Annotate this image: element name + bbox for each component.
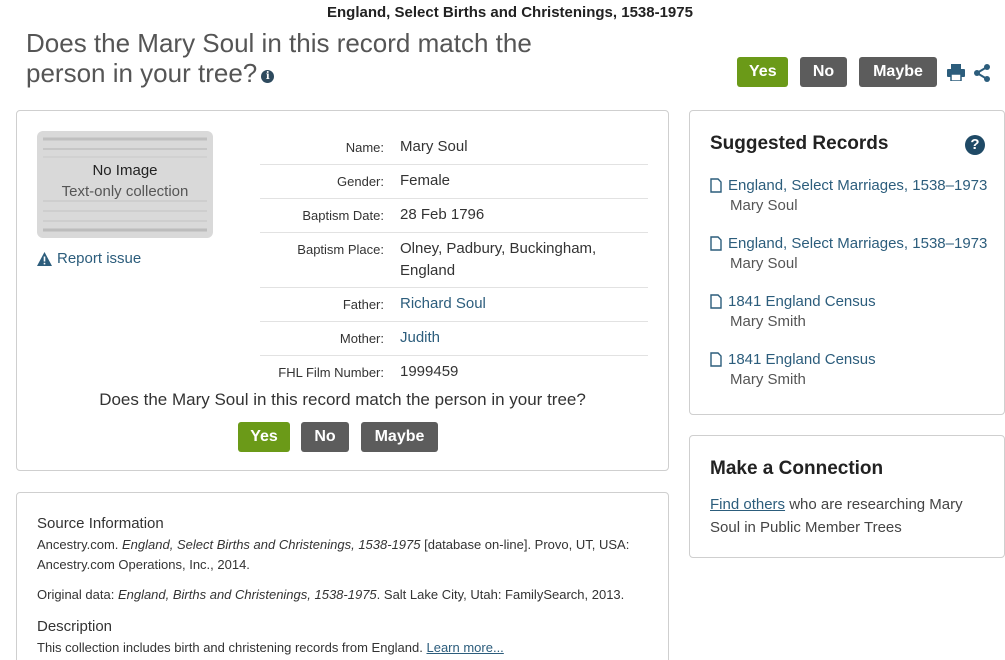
document-icon [710,351,722,367]
description-body: This collection includes birth and chris… [37,640,427,655]
field-row-fhl-film: FHL Film Number: 1999459 [260,356,648,389]
no-button[interactable]: No [301,422,349,452]
suggested-record-link[interactable]: 1841 England Census [710,290,1000,312]
no-button[interactable]: No [800,57,847,87]
warning-icon [37,251,52,266]
list-item: England, Select Marriages, 1538–1973 Mar… [710,232,1000,290]
suggested-title: 1841 England Census [728,292,876,310]
field-label: FHL Film Number: [278,365,384,380]
yes-button[interactable]: Yes [238,422,290,452]
source-citation: Ancestry.com. England, Select Births and… [37,535,637,575]
original-pre: Original data: [37,587,118,602]
suggested-name: Mary Smith [730,313,806,330]
suggested-heading: Suggested Records [710,133,889,154]
field-row-gender: Gender: Female [260,165,648,199]
field-value: 28 Feb 1796 [400,206,485,223]
field-row-name: Name: Mary Soul [260,131,648,165]
maybe-button[interactable]: Maybe [361,422,438,452]
list-item: 1841 England Census Mary Smith [710,348,1000,406]
field-label: Father: [342,297,384,312]
suggested-title: England, Select Marriages, 1538–1973 [728,234,988,252]
description-text: This collection includes birth and chris… [37,638,637,658]
info-icon[interactable]: i [261,70,275,83]
yes-button[interactable]: Yes [737,57,788,87]
suggested-name: Mary Smith [730,371,806,388]
document-icon [710,177,722,193]
make-connection-panel: Make a Connection Find others who are re… [689,435,1005,558]
suggested-record-link[interactable]: England, Select Marriages, 1538–1973 [710,232,1000,254]
report-issue-label: Report issue [57,250,142,267]
suggested-record-link[interactable]: England, Select Marriages, 1538–1973 [710,174,1000,196]
suggested-record-link[interactable]: 1841 England Census [710,348,1000,370]
find-others-link[interactable]: Find others [710,496,785,513]
record-panel: No Image Text-only collection Report iss… [16,110,669,471]
field-label: Baptism Date: [302,208,384,223]
page-question: Does the Mary Soul in this record match … [26,28,586,88]
maybe-button[interactable]: Maybe [859,57,937,87]
field-row-baptism-place: Baptism Place: Olney, Padbury, Buckingham… [260,233,648,288]
source-panel: Source Information Ancestry.com. England… [16,492,669,660]
original-post: . Salt Lake City, Utah: FamilySearch, 20… [376,587,625,602]
field-row-baptism-date: Baptism Date: 28 Feb 1796 [260,199,648,233]
field-label: Name: [345,140,384,155]
field-label: Gender: [337,174,384,189]
citation-pre: Ancestry.com. [37,537,123,552]
collection-title: England, Select Births and Christenings,… [327,4,693,21]
mother-link[interactable]: Judith [400,327,648,350]
field-value: Olney, Padbury, Buckingham, England [400,240,597,279]
original-title: England, Births and Christenings, 1538-1… [117,587,377,602]
suggested-title: 1841 England Census [728,350,876,368]
field-label: Mother: [339,331,384,346]
document-icon [710,293,722,309]
suggested-title: England, Select Marriages, 1538–1973 [728,176,988,194]
text-only-label: Text-only collection [61,183,189,200]
field-value: 1999459 [400,363,459,380]
report-issue-link[interactable]: Report issue [37,250,141,267]
suggested-name: Mary Soul [730,197,798,214]
father-link[interactable]: Richard Soul [400,293,648,316]
list-item: England, Select Marriages, 1538–1973 Mar… [710,174,1000,232]
description-heading: Description [37,618,113,635]
record-fields: Name: Mary Soul Gender: Female Baptism Dat… [260,131,648,389]
no-image-label: No Image [92,162,158,179]
print-icon[interactable] [947,64,965,81]
document-icon [710,235,722,251]
suggested-name: Mary Soul [730,255,798,272]
suggested-list: England, Select Marriages, 1538–1973 Mar… [710,174,1000,406]
field-value: Female [400,172,451,189]
source-heading: Source Information [37,515,164,532]
original-data: Original data: England, Births and Chris… [37,585,637,605]
connection-text: Find others who are researching Mary Sou… [710,493,990,539]
field-label: Baptism Place: [297,242,384,257]
learn-more-link[interactable]: Learn more... [426,640,503,655]
share-icon[interactable] [973,64,991,82]
suggested-records-panel: Suggested Records ? England, Select Marr… [689,110,1005,415]
help-icon[interactable]: ? [965,135,985,155]
field-row-mother: Mother: Judith [260,322,648,356]
record-image-placeholder[interactable]: No Image Text-only collection [37,131,213,238]
field-row-father: Father: Richard Soul [260,288,648,322]
connection-heading: Make a Connection [710,458,884,479]
list-item: 1841 England Census Mary Smith [710,290,1000,348]
citation-title: England, Select Births and Christenings,… [122,537,421,552]
bottom-question: Does the Mary Soul in this record match … [99,390,586,409]
page-question-text: Does the Mary Soul in this record match … [26,28,532,88]
field-value: Mary Soul [400,138,468,155]
